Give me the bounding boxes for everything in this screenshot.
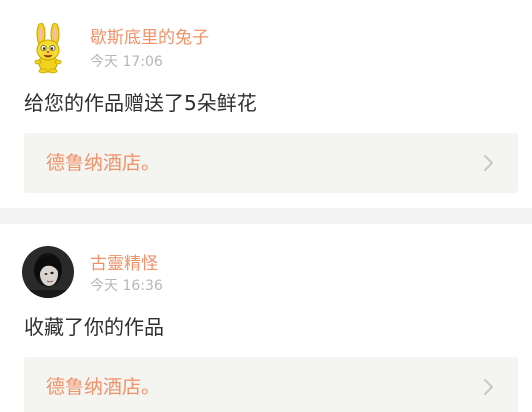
notification-feed: 歇斯底里的兔子 今天 17:06 给您的作品赠送了5朵鲜花 德鲁纳酒店。 古靈精… [0, 0, 532, 412]
avatar[interactable] [22, 246, 74, 298]
notification-message: 给您的作品赠送了5朵鲜花 [24, 91, 257, 115]
chevron-right-icon [478, 377, 498, 397]
work-title: 德鲁纳酒店。 [46, 376, 161, 398]
username[interactable]: 古靈精怪 [90, 254, 158, 274]
timestamp: 今天 17:06 [90, 54, 163, 70]
work-link[interactable]: 德鲁纳酒店。 [24, 133, 518, 193]
section-divider [0, 208, 532, 224]
work-link[interactable]: 德鲁纳酒店。 [24, 357, 518, 412]
notification-card: 古靈精怪 今天 16:36 收藏了你的作品 德鲁纳酒店。 [0, 224, 532, 412]
avatar[interactable] [22, 22, 74, 74]
work-title: 德鲁纳酒店。 [46, 152, 161, 174]
username[interactable]: 歇斯底里的兔子 [90, 28, 209, 48]
notification-card: 歇斯底里的兔子 今天 17:06 给您的作品赠送了5朵鲜花 德鲁纳酒店。 [0, 0, 532, 208]
person-photo-avatar-icon [22, 246, 74, 298]
yellow-rabbit-avatar-icon [22, 22, 74, 74]
timestamp: 今天 16:36 [90, 278, 163, 294]
notification-message: 收藏了你的作品 [24, 315, 164, 339]
chevron-right-icon [478, 153, 498, 173]
